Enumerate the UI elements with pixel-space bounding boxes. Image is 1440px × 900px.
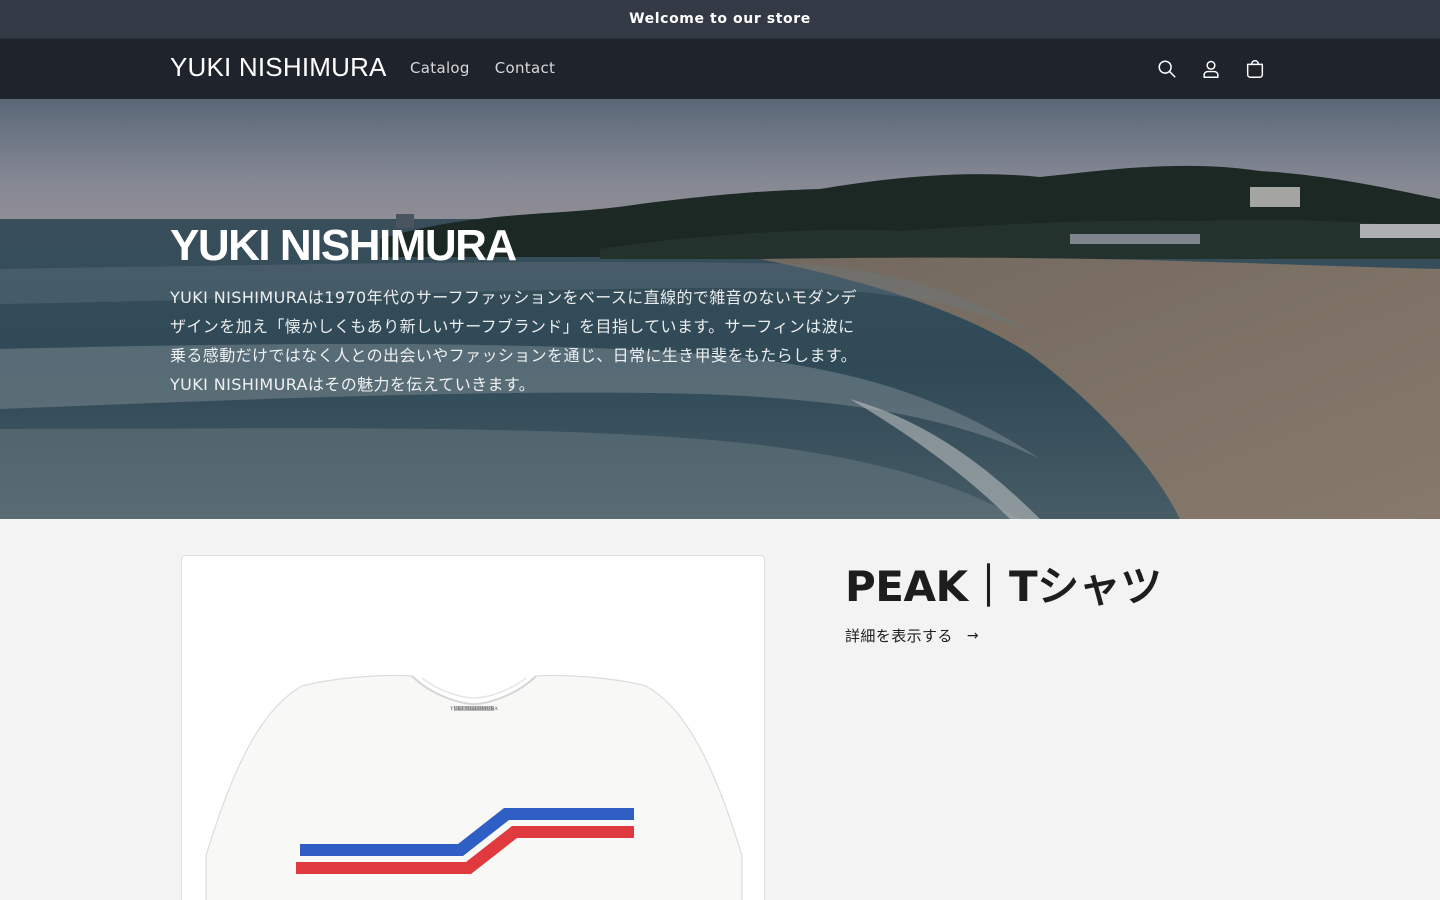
hero-title: YUKI NISHIMURA <box>170 221 517 270</box>
product-title[interactable]: PEAK｜Tシャツ <box>845 553 1162 614</box>
header-icons <box>1145 50 1277 88</box>
search-icon <box>1158 60 1176 78</box>
site-header: YUKI NISHIMURA Catalog Contact <box>0 38 1440 99</box>
main-nav: Catalog Contact <box>410 59 555 77</box>
cart-icon <box>1246 60 1264 78</box>
cart-button[interactable] <box>1233 50 1277 88</box>
nav-item-contact[interactable]: Contact <box>495 59 555 77</box>
product-image-card[interactable]: YUKI NISHIMURA <box>181 555 765 900</box>
store-logo[interactable]: YUKI NISHIMURA <box>170 52 387 83</box>
announcement-text: Welcome to our store <box>629 11 811 27</box>
hero-description: YUKI NISHIMURAは1970年代のサーフファッションをベースに直線的で… <box>170 288 858 394</box>
announcement-bar: Welcome to our store <box>0 0 1440 38</box>
hero-banner: YUKI NISHIMURA YUKI NISHIMURAは1970年代のサーフ… <box>0 99 1440 519</box>
tshirt-neck-label: YUKI NISHIMURA <box>449 706 498 712</box>
arrow-right-icon: → <box>966 627 979 644</box>
account-icon <box>1203 60 1219 78</box>
tshirt-image: YUKI NISHIMURA <box>205 674 743 900</box>
view-details-link[interactable]: 詳細を表示する → <box>845 625 979 646</box>
view-details-label: 詳細を表示する <box>845 627 953 645</box>
search-button[interactable] <box>1145 50 1189 88</box>
nav-item-catalog[interactable]: Catalog <box>410 59 470 77</box>
account-button[interactable] <box>1189 50 1233 88</box>
